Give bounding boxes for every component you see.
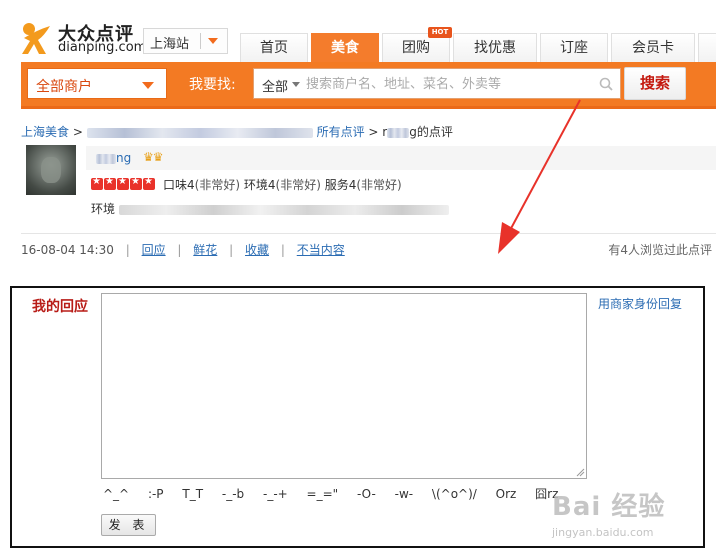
- merchant-reply-link[interactable]: 用商家身份回复: [598, 295, 682, 312]
- medal-icon: ♛♛: [143, 150, 163, 164]
- search-box: 全部: [253, 68, 621, 99]
- emoticon[interactable]: -_-+: [263, 487, 288, 501]
- chevron-down-icon: [142, 82, 154, 89]
- site-header: 大众点评 dianping.com 上海站 首页 美食 团购 HOT 找优惠 订…: [0, 0, 716, 62]
- reply-link[interactable]: 回应: [142, 243, 166, 257]
- blurred-review-text: [118, 204, 449, 215]
- divider: [21, 233, 716, 234]
- view-count: 有4人浏览过此点评: [608, 243, 712, 257]
- reply-textarea[interactable]: [101, 293, 587, 479]
- city-label: 上海站: [150, 37, 190, 52]
- review-scores: 口味4(非常好) 环境4(非常好) 服务4(非常好): [163, 178, 402, 192]
- find-label: 我要找:: [189, 77, 236, 93]
- emoticon[interactable]: ^_^: [103, 487, 129, 501]
- star-icon: [117, 176, 129, 190]
- breadcrumb-current: g的点评: [409, 125, 453, 139]
- hot-badge: HOT: [428, 27, 452, 38]
- star-icon: [104, 176, 116, 190]
- emoticon[interactable]: -_-b: [222, 487, 244, 501]
- avatar[interactable]: [26, 145, 76, 195]
- emoticon[interactable]: =_=": [307, 487, 339, 501]
- logo-mark-icon: [22, 23, 50, 54]
- tab-home[interactable]: 首页: [240, 33, 308, 62]
- emoticon[interactable]: \(^o^)/: [432, 487, 477, 501]
- resize-grip-icon[interactable]: [575, 467, 585, 477]
- tab-food[interactable]: 美食: [311, 33, 379, 62]
- annotation-arrow-icon: [498, 99, 581, 254]
- tab-membership[interactable]: 会员卡: [611, 33, 695, 62]
- emoticon[interactable]: -w-: [395, 487, 413, 501]
- review-time: 16-08-04 14:30: [21, 243, 114, 257]
- emoticon[interactable]: Orz: [496, 487, 517, 501]
- star-icon: [143, 176, 155, 190]
- watermark-url: jingyan.baidu.com: [552, 526, 654, 539]
- city-divider: [200, 33, 201, 49]
- category-label: 全部商户: [36, 79, 92, 95]
- watermark-logo: Bai 经验: [552, 492, 666, 522]
- search-button[interactable]: 搜索: [624, 67, 686, 100]
- emoticon[interactable]: T_T: [182, 487, 203, 501]
- category-select[interactable]: 全部商户: [27, 68, 167, 99]
- flower-link[interactable]: 鲜花: [193, 243, 217, 257]
- report-link[interactable]: 不当内容: [297, 243, 345, 257]
- tab-reservation[interactable]: 订座: [540, 33, 608, 62]
- blurred-shop-name: [86, 127, 313, 138]
- emoticon[interactable]: -O-: [357, 487, 376, 501]
- tab-more[interactable]: [698, 33, 716, 62]
- reviewer-name[interactable]: ng: [96, 151, 131, 165]
- review-header-strip: [86, 146, 716, 170]
- baidu-jingyan-watermark: Bai 经验 jingyan.baidu.com: [548, 478, 716, 548]
- tab-deals[interactable]: 找优惠: [453, 33, 537, 62]
- star-icon: [130, 176, 142, 190]
- chevron-down-icon: [208, 38, 218, 44]
- breadcrumb-all-reviews[interactable]: 所有点评: [317, 125, 365, 139]
- review-text: 环境: [91, 200, 449, 217]
- rating-stars: [91, 176, 155, 190]
- blurred-username: [96, 153, 116, 164]
- star-icon: [91, 176, 103, 190]
- dianping-logo[interactable]: 大众点评 dianping.com: [20, 18, 146, 58]
- chevron-down-icon: [292, 82, 300, 87]
- submit-reply-button[interactable]: 发 表: [101, 514, 156, 536]
- city-switcher[interactable]: 上海站: [143, 28, 228, 54]
- logo-text-en: dianping.com: [58, 40, 147, 55]
- emoticon[interactable]: :-P: [148, 487, 164, 501]
- favorite-link[interactable]: 收藏: [245, 243, 269, 257]
- reply-label: 我的回应: [32, 299, 88, 315]
- breadcrumb-sep: >: [368, 125, 379, 139]
- breadcrumb-sep: >: [72, 125, 83, 139]
- breadcrumb: 上海美食 > 所有点评 > r g的点评: [21, 123, 453, 140]
- blurred-username: [387, 127, 410, 138]
- emoticon-bar: ^_^ :-P T_T -_-b -_-+ =_=" -O- -w- \(^o^…: [103, 485, 573, 502]
- search-scope[interactable]: 全部: [262, 76, 288, 95]
- review-actions: 16-08-04 14:30 | 回应 | 鲜花 | 收藏 | 不当内容: [21, 243, 345, 257]
- search-bar: 全部商户 我要找: 全部 搜索: [21, 62, 716, 109]
- search-input[interactable]: [306, 73, 596, 95]
- search-icon[interactable]: [599, 77, 613, 91]
- breadcrumb-city-food[interactable]: 上海美食: [21, 125, 69, 139]
